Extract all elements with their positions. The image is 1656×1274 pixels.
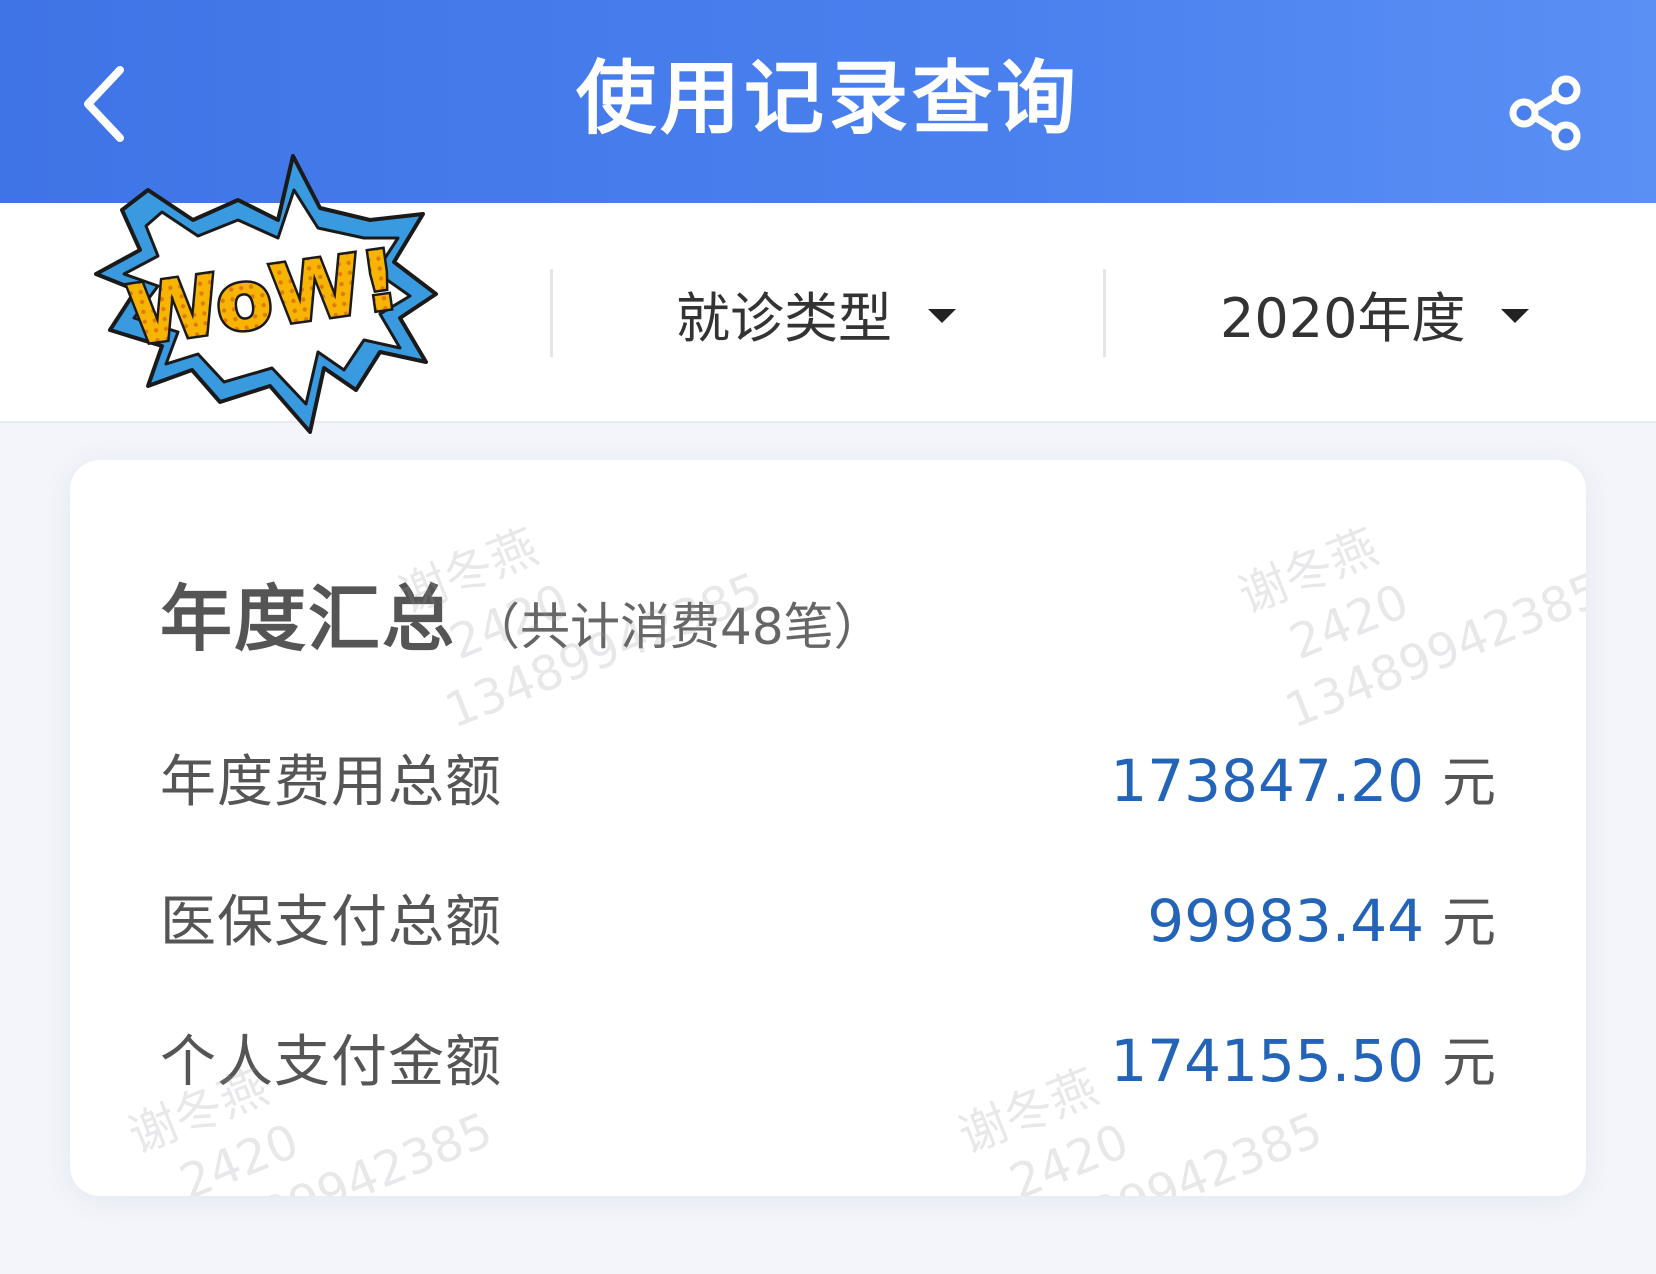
watermark: 谢冬燕 2420 13489942385 bbox=[1230, 460, 1586, 742]
summary-subtitle: （共计消费48笔） bbox=[470, 598, 884, 656]
share-button[interactable] bbox=[1500, 68, 1590, 158]
amount-value: 99983.44 bbox=[1147, 886, 1424, 955]
row-value: 174155.50 元 bbox=[1110, 1018, 1496, 1097]
row-label: 医保支付总额 bbox=[160, 889, 502, 955]
summary-title: 年度汇总 bbox=[160, 577, 457, 661]
filter-divider bbox=[550, 269, 553, 357]
visit-type-dropdown[interactable]: 就诊类型 bbox=[676, 263, 956, 363]
row-value: 99983.44 元 bbox=[1147, 878, 1496, 957]
watermark-name: 谢冬燕 bbox=[1231, 518, 1386, 625]
wow-sticker: WoW! bbox=[94, 154, 438, 434]
page-title: 使用记录查询 bbox=[576, 52, 1080, 145]
row-value: 173847.20 元 bbox=[1110, 738, 1496, 817]
annual-summary-card: 年度汇总 （共计消费48笔） 年度费用总额 173847.20 元 医保支付总额… bbox=[70, 460, 1586, 1196]
row-label: 年度费用总额 bbox=[160, 749, 502, 815]
filter-divider bbox=[1103, 269, 1106, 357]
summary-row-insurance: 医保支付总额 99983.44 元 bbox=[160, 872, 1496, 962]
watermark-phone: 13489942385 bbox=[997, 1101, 1331, 1196]
app-root: 使用记录查询 就诊类型 2020年度 WoW! 年度汇总 （共计消费48笔） 年… bbox=[0, 0, 1656, 1274]
watermark-code: 2420 bbox=[1282, 573, 1417, 671]
share-icon bbox=[1509, 75, 1581, 151]
summary-row-total: 年度费用总额 173847.20 元 bbox=[160, 732, 1496, 822]
amount-unit: 元 bbox=[1442, 750, 1496, 814]
amount-unit: 元 bbox=[1442, 1030, 1496, 1094]
summary-row-personal: 个人支付金额 174155.50 元 bbox=[160, 1012, 1496, 1102]
year-label: 2020年度 bbox=[1220, 286, 1466, 350]
amount-unit: 元 bbox=[1442, 890, 1496, 954]
visit-type-label: 就诊类型 bbox=[676, 286, 892, 350]
caret-down-icon bbox=[928, 309, 956, 323]
caret-down-icon bbox=[1501, 309, 1530, 323]
watermark-phone: 13489942385 bbox=[1277, 561, 1586, 740]
row-label: 个人支付金额 bbox=[160, 1029, 502, 1095]
card-header: 年度汇总 （共计消费48笔） bbox=[160, 560, 884, 665]
amount-value: 174155.50 bbox=[1110, 1026, 1424, 1095]
watermark-phone: 13489942385 bbox=[167, 1101, 501, 1196]
year-dropdown[interactable]: 2020年度 bbox=[1220, 263, 1530, 363]
amount-value: 173847.20 bbox=[1110, 746, 1424, 815]
